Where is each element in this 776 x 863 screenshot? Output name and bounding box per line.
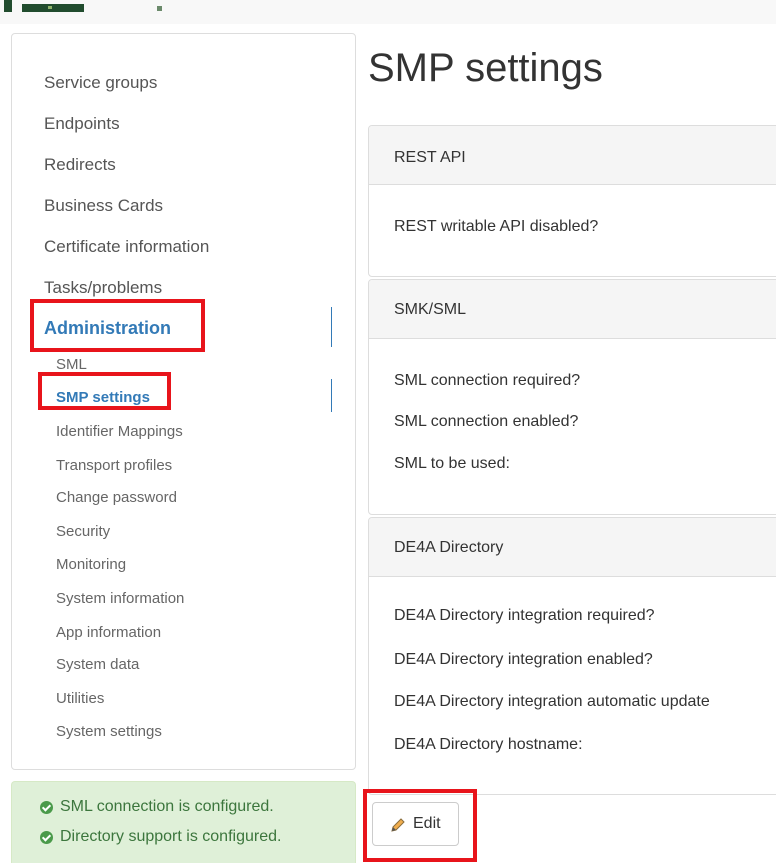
setting-row: DE4A Directory hostname: bbox=[394, 736, 583, 753]
sidebar-subitem-monitoring[interactable]: Monitoring bbox=[56, 556, 126, 573]
setting-row: SML to be used: bbox=[394, 455, 510, 472]
status-directory-text: Directory support is configured. bbox=[60, 828, 282, 845]
panel-heading-de4a-directory: DE4A Directory bbox=[369, 518, 776, 577]
pencil-icon bbox=[391, 818, 405, 832]
edit-button[interactable]: Edit bbox=[372, 802, 459, 846]
panel-title: DE4A Directory bbox=[394, 539, 504, 556]
setting-row: SML connection required? bbox=[394, 372, 581, 389]
sidebar-item-service-groups[interactable]: Service groups bbox=[44, 73, 157, 93]
panel-de4a-directory: DE4A Directory DE4A Directory integratio… bbox=[368, 517, 776, 795]
setting-row: SML connection enabled? bbox=[394, 413, 579, 430]
sidebar-subitem-utilities[interactable]: Utilities bbox=[56, 690, 104, 707]
check-circle-icon bbox=[40, 831, 53, 844]
sidebar-subitem-smp-settings[interactable]: SMP settings bbox=[56, 389, 150, 406]
status-sml-text: SML connection is configured. bbox=[60, 798, 274, 815]
sidebar-subitem-system-data[interactable]: System data bbox=[56, 656, 139, 673]
edit-button-label: Edit bbox=[413, 815, 441, 832]
page: Service groups Endpoints Redirects Busin… bbox=[0, 0, 776, 863]
panel-smk-sml: SMK/SML SML connection required? SML con… bbox=[368, 279, 776, 515]
active-indicator-administration bbox=[331, 307, 332, 347]
sidebar-subitem-app-information[interactable]: App information bbox=[56, 624, 161, 641]
sidebar-item-tasks-problems[interactable]: Tasks/problems bbox=[44, 278, 162, 298]
panel-heading-smk-sml: SMK/SML bbox=[369, 280, 776, 339]
page-title: SMP settings bbox=[368, 46, 603, 90]
sidebar-subitem-system-information[interactable]: System information bbox=[56, 590, 184, 607]
sidebar-subitem-identifier-mappings[interactable]: Identifier Mappings bbox=[56, 423, 183, 440]
sidebar-item-business-cards[interactable]: Business Cards bbox=[44, 196, 163, 216]
check-circle-icon bbox=[40, 801, 53, 814]
active-indicator-smp-settings bbox=[331, 379, 332, 412]
sidebar-item-redirects[interactable]: Redirects bbox=[44, 155, 116, 175]
sidebar-menu: Service groups Endpoints Redirects Busin… bbox=[11, 33, 356, 770]
setting-row: REST writable API disabled? bbox=[394, 218, 599, 235]
sidebar-subitem-system-settings[interactable]: System settings bbox=[56, 723, 162, 740]
setting-row: DE4A Directory integration required? bbox=[394, 607, 655, 624]
app-logo[interactable] bbox=[4, 0, 84, 12]
sidebar-subitem-change-password[interactable]: Change password bbox=[56, 489, 177, 506]
panel-title: SMK/SML bbox=[394, 301, 467, 318]
sidebar-item-certificate-information[interactable]: Certificate information bbox=[44, 237, 209, 257]
navbar-marker-icon bbox=[157, 6, 162, 11]
panel-heading-rest-api: REST API bbox=[369, 126, 776, 185]
panel-rest-api: REST API REST writable API disabled? bbox=[368, 125, 776, 277]
status-alert: SML connection is configured. Directory … bbox=[11, 781, 356, 863]
sidebar-item-administration[interactable]: Administration bbox=[44, 318, 171, 339]
sidebar-subitem-sml[interactable]: SML bbox=[56, 356, 87, 373]
sidebar-subitem-transport-profiles[interactable]: Transport profiles bbox=[56, 457, 172, 474]
setting-row: DE4A Directory integration enabled? bbox=[394, 651, 653, 668]
setting-row: DE4A Directory integration automatic upd… bbox=[394, 693, 710, 710]
sidebar-item-endpoints[interactable]: Endpoints bbox=[44, 114, 120, 134]
top-navbar bbox=[0, 0, 776, 24]
panel-title: REST API bbox=[394, 149, 466, 166]
sidebar-subitem-security[interactable]: Security bbox=[56, 523, 110, 540]
